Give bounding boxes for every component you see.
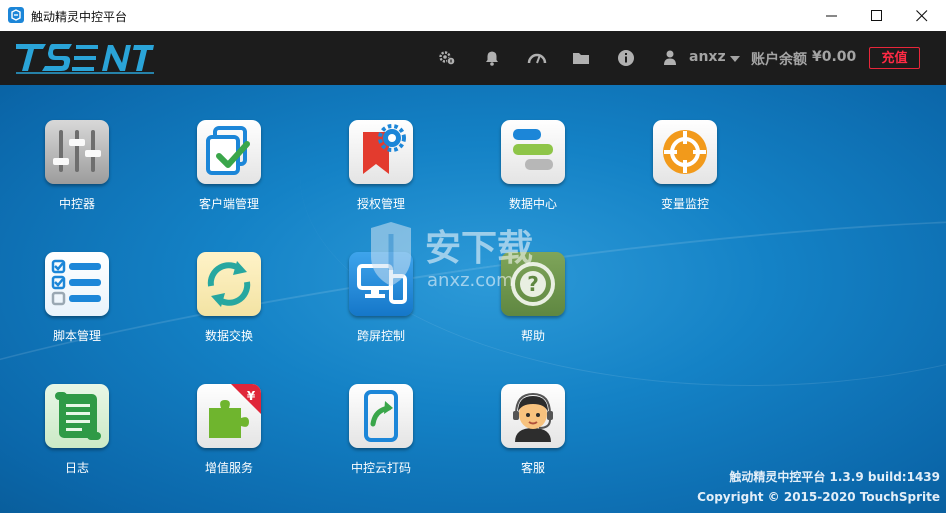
minimize-button[interactable] <box>809 0 854 31</box>
app-tile-label: 变量监控 <box>660 197 709 211</box>
app-tile-label: 数据中心 <box>508 197 557 211</box>
watermark-logo: 安下载 anxz.com <box>371 222 533 291</box>
crosshair-icon <box>653 120 717 184</box>
app-tile-log[interactable]: 日志 <box>27 384 127 484</box>
mixer-sliders-icon <box>45 120 109 184</box>
app-tile-controller[interactable]: 中控器 <box>27 120 127 220</box>
app-tile-variable-monitor[interactable]: 变量监控 <box>635 120 735 220</box>
puzzle-yen-icon: ¥ <box>197 384 261 448</box>
app-tile-label: 跨屏控制 <box>356 329 405 343</box>
checklist-icon <box>45 252 109 316</box>
user-icon[interactable] <box>662 49 682 67</box>
top-header: anxz 账户余额 ¥0.00 充值 <box>0 31 946 85</box>
bell-icon[interactable] <box>482 49 502 67</box>
app-tile-authorization[interactable]: 授权管理 <box>331 120 431 220</box>
speedometer-icon[interactable] <box>527 49 547 67</box>
app-logo-icon <box>8 7 24 23</box>
app-tile-label: 帮助 <box>520 329 545 343</box>
settings-info-icon[interactable] <box>437 49 457 67</box>
maximize-icon <box>871 10 882 21</box>
app-tile-data-exchange[interactable]: 数据交换 <box>179 252 279 352</box>
close-icon <box>916 10 928 22</box>
app-tile-script-management[interactable]: 脚本管理 <box>27 252 127 352</box>
username-dropdown[interactable]: anxz <box>689 49 726 65</box>
maximize-button[interactable] <box>854 0 899 31</box>
title-bar: 触动精灵中控平台 <box>0 0 946 32</box>
watermark-url: anxz.com <box>427 270 514 291</box>
app-tile-label: 中控云打码 <box>350 461 411 475</box>
app-tile-label: 增值服务 <box>204 461 253 475</box>
app-grid-area: 中控器 客户端管理 授权管理 数据中心 变量监控 脚本管理 数据交换 跨屏控制 … <box>0 85 946 513</box>
app-tile-value-added-services[interactable]: ¥ 增值服务 <box>179 384 279 484</box>
app-tile-label: 中控器 <box>58 197 95 211</box>
app-tile-cloud-code[interactable]: 中控云打码 <box>331 384 431 484</box>
version-text: 触动精灵中控平台 1.3.9 build:1439 <box>729 470 940 484</box>
app-tile-label: 客户端管理 <box>198 197 259 211</box>
svg-text:¥: ¥ <box>247 389 256 403</box>
app-tile-label: 日志 <box>64 461 89 475</box>
scroll-icon <box>45 384 109 448</box>
recharge-button[interactable]: 充值 <box>869 47 920 69</box>
watermark-text: 安下载 <box>425 228 533 269</box>
cloud-code-icon <box>349 384 413 448</box>
copyright-text: Copyright © 2015-2020 TouchSprite <box>697 490 940 504</box>
minimize-icon <box>826 15 837 17</box>
client-check-icon <box>197 120 261 184</box>
app-tile-client-management[interactable]: 客户端管理 <box>179 120 279 220</box>
info-icon[interactable] <box>617 49 637 67</box>
app-tile-label: 客服 <box>520 461 545 475</box>
sync-arrows-icon <box>197 252 261 316</box>
chevron-down-icon[interactable] <box>730 56 740 62</box>
close-button[interactable] <box>899 0 944 31</box>
window-title: 触动精灵中控平台 <box>31 10 128 24</box>
data-bars-icon <box>501 120 565 184</box>
folder-icon[interactable] <box>572 49 592 67</box>
bookmark-gear-icon <box>349 120 413 184</box>
app-tile-label: 数据交换 <box>204 329 253 343</box>
ts-ent-logo <box>16 44 154 74</box>
headset-agent-icon <box>501 384 565 448</box>
app-tile-customer-service[interactable]: 客服 <box>483 384 583 484</box>
app-tile-label: 脚本管理 <box>52 329 101 343</box>
balance-label: 账户余额 <box>751 52 807 68</box>
balance-amount: ¥0.00 <box>812 49 857 65</box>
app-window: 触动精灵中控平台 anxz 账户余额 ¥0.00 充值 中控器 客户端管理 授权… <box>0 0 946 513</box>
app-tile-label: 授权管理 <box>356 197 405 211</box>
app-tile-data-center[interactable]: 数据中心 <box>483 120 583 220</box>
